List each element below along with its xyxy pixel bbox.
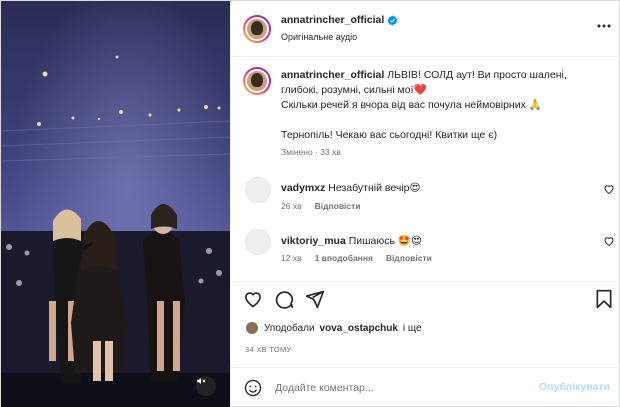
- heart-icon[interactable]: [603, 183, 615, 195]
- post-caption: annatrincher_official ЛЬВІВ! СОЛД аут! В…: [281, 68, 611, 143]
- share-icon[interactable]: [305, 289, 325, 309]
- liker-username[interactable]: vova_ostapchuk: [320, 323, 398, 334]
- comment-time[interactable]: 26 хв: [281, 201, 302, 211]
- likes-suffix[interactable]: і ще: [403, 323, 422, 334]
- caption-line: глибокі, розумні, сильні мої❤️: [281, 84, 427, 96]
- author-avatar[interactable]: [243, 15, 271, 43]
- audio-label[interactable]: Оригінальне аудіо: [281, 32, 357, 42]
- comment-likes[interactable]: 1 вподобання: [315, 253, 373, 263]
- likes-summary: Уподобали vova_ostapchuk і ще: [245, 321, 422, 335]
- more-options-icon: [597, 24, 611, 28]
- post-comment-button[interactable]: Опублікувати: [539, 381, 610, 393]
- bookmark-icon[interactable]: [594, 289, 614, 309]
- mute-button[interactable]: [196, 376, 216, 396]
- add-comment-bar: Опублікувати: [231, 367, 620, 407]
- post-header: annatrincher_official Оригінальне аудіо: [231, 1, 620, 57]
- caption-username[interactable]: annatrincher_official: [281, 69, 384, 81]
- caption-line: ЛЬВІВ! СОЛД аут! Ви просто шалені,: [387, 69, 567, 81]
- liker-avatar[interactable]: [245, 321, 259, 335]
- heart-icon[interactable]: [603, 235, 615, 247]
- commenter-avatar[interactable]: [245, 177, 271, 203]
- comment-input[interactable]: [275, 378, 525, 398]
- caption-line: Тернопіль! Чекаю вас сьогодні! Квитки ще…: [281, 129, 498, 141]
- more-options-button[interactable]: [596, 18, 612, 34]
- likes-prefix: Уподобали: [264, 322, 315, 334]
- caption-author-avatar[interactable]: [243, 67, 271, 95]
- author-username[interactable]: annatrincher_official: [281, 14, 398, 26]
- comment-username[interactable]: vadymxz: [281, 182, 325, 194]
- caption-meta: Змінено · 33 хв: [281, 147, 341, 157]
- reply-button[interactable]: Відповісти: [315, 201, 361, 211]
- speaker-muted-icon: [197, 378, 206, 384]
- verified-badge-icon: [387, 14, 398, 26]
- caption-line: Скільки речей я вчора від вас почула ней…: [281, 99, 542, 111]
- post-photo[interactable]: [1, 1, 230, 407]
- concert-photo-image: [1, 1, 230, 407]
- comment-text: Пишаюсь 🤩😍: [348, 235, 422, 247]
- author-username-link[interactable]: annatrincher_official: [281, 14, 384, 26]
- comment-text: Незабутній вечір😍: [328, 182, 421, 194]
- commenter-avatar[interactable]: [245, 229, 271, 255]
- reply-button[interactable]: Відповісти: [386, 253, 432, 263]
- comment-time[interactable]: 12 хв: [281, 253, 302, 263]
- post-dialog: annatrincher_official Оригінальне аудіо …: [0, 0, 620, 407]
- post-timestamp[interactable]: 34 ХВ ТОМУ: [245, 345, 292, 354]
- post-actions-bar: [231, 281, 620, 315]
- emoji-icon[interactable]: [244, 379, 262, 397]
- heart-icon[interactable]: [243, 289, 263, 309]
- post-details-panel: annatrincher_official Оригінальне аудіо …: [230, 1, 620, 407]
- comment-username[interactable]: viktoriy_mua: [281, 235, 346, 247]
- comment-icon[interactable]: [274, 289, 294, 309]
